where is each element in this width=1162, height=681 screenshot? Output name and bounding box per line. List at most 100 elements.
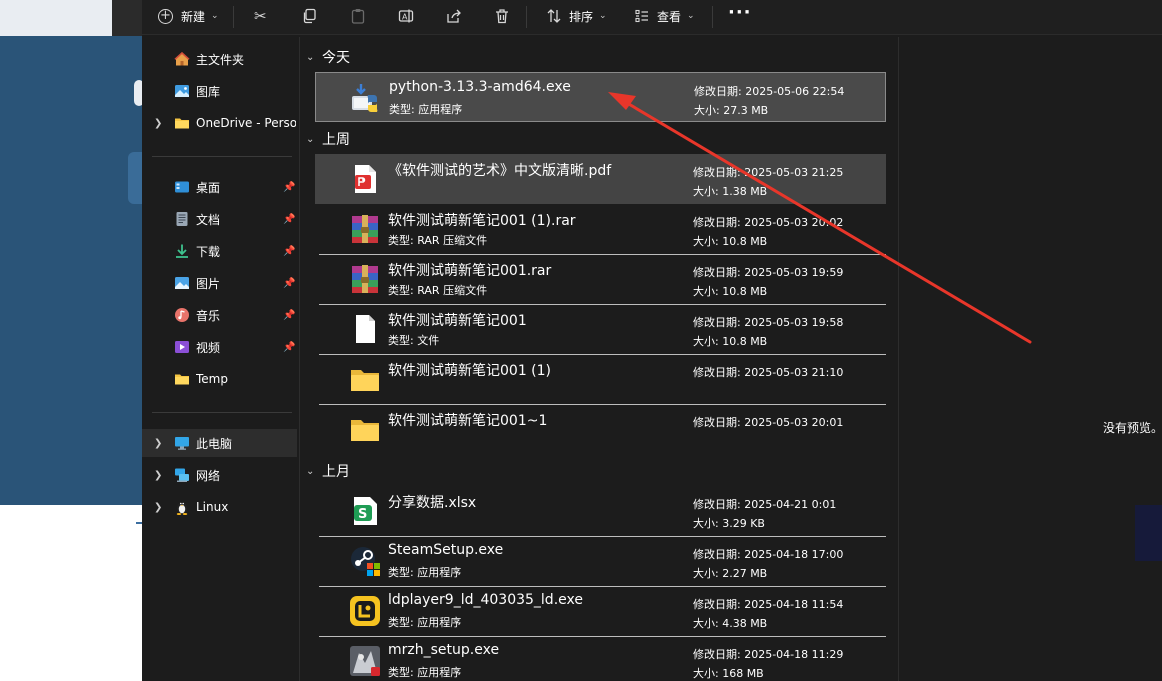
rename-icon: A bbox=[398, 9, 414, 23]
share-icon bbox=[447, 9, 461, 23]
sidebar-item-temp[interactable]: Temp bbox=[142, 365, 297, 393]
toolbar-separator bbox=[233, 6, 234, 28]
file-size: 大小: 10.8 MB bbox=[693, 235, 768, 248]
file-row[interactable]: 软件测试萌新笔记001 (1).rar 类型: RAR 压缩文件 修改日期: 2… bbox=[315, 204, 886, 255]
clipboard-icon bbox=[351, 9, 365, 24]
file-row[interactable]: 软件测试萌新笔记001 类型: 文件 修改日期: 2025-05-03 19:5… bbox=[315, 304, 886, 355]
group-header-last-week[interactable]: ⌄ 上周 bbox=[306, 129, 350, 149]
copy-button[interactable] bbox=[302, 0, 318, 32]
file-size: 大小: 10.8 MB bbox=[693, 285, 768, 298]
file-type: 类型: 应用程序 bbox=[388, 566, 462, 579]
sidebar-item-pictures[interactable]: 图片 📌 bbox=[142, 269, 297, 297]
new-button[interactable]: + 新建 ⌄ bbox=[158, 0, 219, 32]
file-row[interactable]: python-3.13.3-amd64.exe 类型: 应用程序 修改日期: 2… bbox=[315, 72, 886, 122]
more-dots-icon: ··· bbox=[728, 2, 752, 23]
file-row[interactable]: 软件测试萌新笔记001.rar 类型: RAR 压缩文件 修改日期: 2025-… bbox=[315, 254, 886, 305]
chevron-right-icon[interactable]: ❯ bbox=[154, 470, 162, 481]
file-list: ⌄ 今天 python-3.13.3-amd64.exe 类型: 应用程序 修改… bbox=[300, 37, 897, 681]
chevron-down-icon: ⌄ bbox=[306, 133, 315, 145]
blank-file-icon bbox=[356, 315, 375, 343]
network-icon bbox=[174, 467, 190, 483]
file-type: 类型: 应用程序 bbox=[388, 666, 462, 679]
view-button[interactable]: 查看 ⌄ bbox=[634, 0, 695, 32]
chevron-down-icon: ⌄ bbox=[599, 11, 607, 21]
command-bar: + 新建 ⌄ ✂ A 排序 ⌄ 查看 ⌄ ··· bbox=[142, 0, 1162, 35]
sidebar-item-home[interactable]: 主文件夹 bbox=[142, 45, 297, 73]
chevron-right-icon[interactable]: ❯ bbox=[154, 118, 162, 129]
sidebar-item-network[interactable]: ❯ 网络 bbox=[142, 461, 297, 489]
delete-button[interactable] bbox=[494, 0, 510, 32]
file-type: 类型: 应用程序 bbox=[388, 616, 462, 629]
folder-icon bbox=[174, 371, 190, 387]
sidebar-item-onedrive[interactable]: ❯ OneDrive - Perso bbox=[142, 109, 297, 137]
group-header-today[interactable]: ⌄ 今天 bbox=[306, 47, 350, 67]
group-header-last-month[interactable]: ⌄ 上月 bbox=[306, 461, 350, 481]
file-name: 软件测试萌新笔记001.rar bbox=[388, 263, 552, 279]
background-panel bbox=[0, 0, 142, 505]
rename-button[interactable]: A bbox=[398, 0, 414, 32]
file-name: ldplayer9_ld_403035_ld.exe bbox=[388, 592, 583, 608]
new-label: 新建 bbox=[181, 9, 206, 24]
file-type: 类型: 应用程序 bbox=[389, 103, 463, 116]
python-installer-icon bbox=[352, 84, 378, 112]
sidebar-item-downloads[interactable]: 下载 📌 bbox=[142, 237, 297, 265]
more-options-button[interactable]: ··· bbox=[728, 0, 752, 32]
chevron-down-icon: ⌄ bbox=[211, 11, 219, 21]
file-name: mrzh_setup.exe bbox=[388, 642, 500, 658]
sidebar-item-linux[interactable]: ❯ Linux bbox=[142, 493, 297, 521]
sidebar-item-documents[interactable]: 文档 📌 bbox=[142, 205, 297, 233]
sort-button[interactable]: 排序 ⌄ bbox=[546, 0, 607, 32]
folder-icon bbox=[351, 370, 379, 391]
video-icon bbox=[174, 339, 190, 355]
file-row[interactable]: S 分享数据.xlsx 修改日期: 2025-04-21 0:01 大小: 3.… bbox=[315, 486, 886, 537]
sidebar-item-music[interactable]: 音乐 📌 bbox=[142, 301, 297, 329]
file-modified-date: 修改日期: 2025-05-06 22:54 bbox=[694, 85, 845, 98]
sort-label: 排序 bbox=[569, 9, 594, 24]
copy-icon bbox=[303, 8, 316, 24]
file-type: 类型: 文件 bbox=[388, 334, 440, 347]
file-row[interactable]: ldplayer9_ld_403035_ld.exe 类型: 应用程序 修改日期… bbox=[315, 586, 886, 637]
file-name: python-3.13.3-amd64.exe bbox=[389, 79, 571, 95]
file-size: 大小: 168 MB bbox=[693, 667, 764, 680]
file-size: 大小: 1.38 MB bbox=[693, 185, 768, 198]
file-modified-date: 修改日期: 2025-05-03 21:10 bbox=[693, 366, 844, 379]
view-list-icon bbox=[635, 9, 648, 23]
file-modified-date: 修改日期: 2025-05-03 19:58 bbox=[693, 316, 844, 329]
sidebar-item-gallery[interactable]: 图库 bbox=[142, 77, 297, 105]
sidebar-divider bbox=[152, 156, 292, 157]
spreadsheet-file-icon: S bbox=[354, 497, 377, 525]
cut-button[interactable]: ✂ bbox=[254, 0, 267, 32]
picture-icon bbox=[174, 275, 190, 291]
share-button[interactable] bbox=[446, 0, 462, 32]
background-window bbox=[0, 0, 148, 681]
paste-button[interactable] bbox=[350, 0, 366, 32]
file-row[interactable]: 软件测试萌新笔记001 (1) 修改日期: 2025-05-03 21:10 bbox=[315, 354, 886, 405]
file-modified-date: 修改日期: 2025-05-03 20:01 bbox=[693, 416, 844, 429]
svg-text:S: S bbox=[358, 507, 367, 522]
file-name: 软件测试萌新笔记001~1 bbox=[388, 413, 548, 429]
file-modified-date: 修改日期: 2025-04-18 11:54 bbox=[693, 598, 844, 611]
file-row[interactable]: 《软件测试的艺术》中文版清晰.pdf 修改日期: 2025-05-03 21:2… bbox=[315, 154, 886, 204]
pin-icon: 📌 bbox=[283, 181, 296, 193]
ldplayer-installer-icon bbox=[350, 596, 380, 626]
sidebar-item-desktop[interactable]: 桌面 📌 bbox=[142, 173, 297, 201]
pdf-file-icon bbox=[355, 165, 376, 193]
chevron-down-icon: ⌄ bbox=[306, 465, 315, 477]
sidebar-item-this-pc[interactable]: ❯ 此电脑 bbox=[142, 429, 297, 457]
chevron-right-icon[interactable]: ❯ bbox=[154, 502, 162, 513]
music-icon bbox=[174, 307, 190, 323]
file-row[interactable]: SteamSetup.exe 类型: 应用程序 修改日期: 2025-04-18… bbox=[315, 536, 886, 587]
file-row[interactable]: mrzh_setup.exe 类型: 应用程序 修改日期: 2025-04-18… bbox=[315, 636, 886, 681]
background-thumbnail bbox=[1135, 505, 1162, 561]
view-label: 查看 bbox=[657, 9, 682, 24]
file-size: 大小: 27.3 MB bbox=[694, 104, 769, 117]
no-preview-message: 没有预览。 bbox=[1102, 421, 1162, 435]
file-row[interactable]: 软件测试萌新笔记001~1 修改日期: 2025-05-03 20:01 bbox=[315, 404, 886, 454]
chevron-right-icon[interactable]: ❯ bbox=[154, 438, 162, 449]
pin-icon: 📌 bbox=[283, 245, 296, 257]
svg-text:A: A bbox=[402, 13, 408, 22]
pin-icon: 📌 bbox=[283, 277, 296, 289]
file-modified-date: 修改日期: 2025-04-18 17:00 bbox=[693, 548, 844, 561]
sidebar-item-videos[interactable]: 视频 📌 bbox=[142, 333, 297, 361]
file-size: 大小: 4.38 MB bbox=[693, 617, 768, 630]
